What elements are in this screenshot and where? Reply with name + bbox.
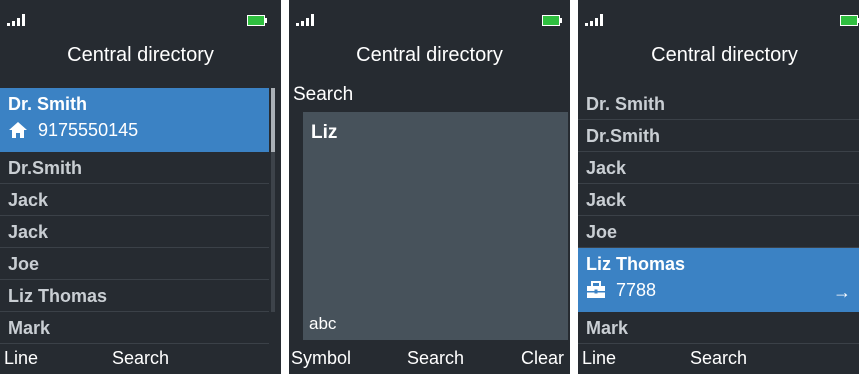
list-item[interactable]: Jack: [0, 216, 269, 248]
list-item[interactable]: Mark: [0, 312, 269, 344]
softkey-search[interactable]: Search: [690, 348, 747, 369]
directory-screen: Central directory Dr. Smith 9175550145 D…: [0, 0, 281, 374]
signal-icon: [7, 14, 25, 26]
list-item[interactable]: Dr.Smith: [0, 152, 269, 184]
page-title: Central directory: [651, 44, 798, 66]
search-label: Search: [293, 84, 354, 105]
selected-contact[interactable]: Dr. Smith 9175550145: [0, 88, 269, 152]
scrollbar[interactable]: [271, 88, 275, 312]
list-item[interactable]: Jack: [578, 184, 859, 216]
list-item[interactable]: Dr. Smith: [578, 88, 859, 120]
softkey-search[interactable]: Search: [407, 348, 464, 369]
softkey-clear[interactable]: Clear: [521, 348, 564, 369]
scrollbar-thumb[interactable]: [271, 88, 275, 152]
signal-icon: [296, 14, 314, 26]
selected-contact[interactable]: Liz Thomas 7788 →: [578, 248, 859, 312]
search-value: Liz: [311, 122, 338, 143]
softkey-symbol[interactable]: Symbol: [291, 348, 351, 369]
search-input[interactable]: Liz abc: [303, 112, 568, 340]
list-item[interactable]: Jack: [578, 152, 859, 184]
battery-icon: [840, 15, 859, 26]
status-bar: [578, 0, 859, 36]
softkey-search[interactable]: Search: [112, 348, 169, 369]
result-screen: Central directory Dr. Smith Dr.Smith Jac…: [578, 0, 859, 374]
home-icon: [9, 122, 27, 138]
signal-icon: [585, 14, 603, 26]
briefcase-icon: [587, 281, 605, 298]
contact-name: Liz Thomas: [586, 254, 686, 274]
page-title: Central directory: [356, 44, 503, 66]
search-screen: Central directory Search Liz abc Symbol …: [289, 0, 570, 374]
status-bar: [289, 0, 570, 36]
contact-number-row: 7788: [586, 276, 859, 304]
list-item[interactable]: Joe: [0, 248, 269, 280]
contact-number-row: 9175550145: [8, 116, 269, 144]
list-item[interactable]: Joe: [578, 216, 859, 248]
battery-icon: [247, 15, 268, 26]
softkey-bar: Symbol Search Clear: [289, 346, 570, 374]
softkey-bar: Line Search: [578, 346, 859, 374]
arrow-right-icon: →: [833, 282, 851, 302]
list-item[interactable]: Mark: [578, 312, 859, 344]
softkey-line[interactable]: Line: [4, 348, 38, 369]
list-item[interactable]: Dr.Smith: [578, 120, 859, 152]
status-bar: [0, 0, 281, 36]
list-item[interactable]: Jack: [0, 184, 269, 216]
input-mode-indicator: abc: [309, 314, 337, 333]
battery-icon: [542, 15, 563, 26]
page-title: Central directory: [67, 44, 214, 66]
softkey-bar: Line Search: [0, 346, 281, 374]
contact-number: 9175550145: [38, 120, 139, 140]
contact-name: Dr. Smith: [8, 94, 88, 114]
contact-list: Dr. Smith 9175550145 Dr.Smith Jack Jack …: [0, 88, 269, 344]
list-item[interactable]: Liz Thomas: [0, 280, 269, 312]
contact-list: Dr. Smith Dr.Smith Jack Jack Joe Liz Tho…: [578, 88, 859, 344]
softkey-line[interactable]: Line: [582, 348, 616, 369]
contact-number: 7788: [616, 280, 657, 300]
